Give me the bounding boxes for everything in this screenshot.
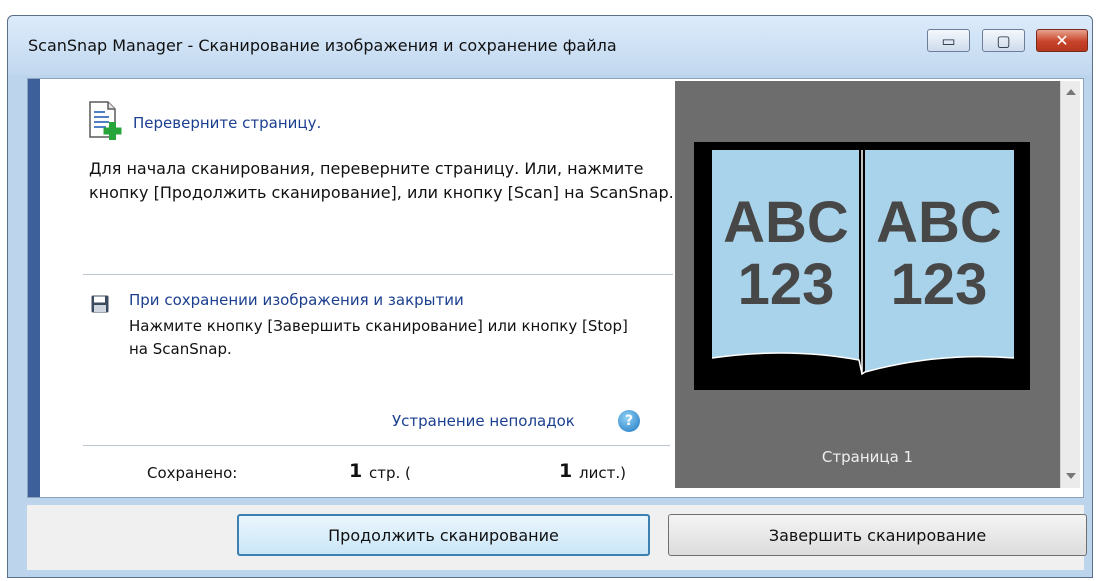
close-icon: ✕ [1055,31,1069,50]
header-title: Переверните страницу. [133,114,322,132]
minimize-button[interactable]: ▭ [927,29,970,52]
scroll-up-icon[interactable] [1066,89,1076,95]
separator [83,445,670,446]
preview-left-line2: 123 [738,252,835,317]
save-section-text: Нажмите кнопку [Завершить сканирование] … [129,317,628,358]
saved-sheets-count: 1 [559,460,573,482]
preview-pane[interactable]: ABC 123 ABC 123 Страница 1 [675,81,1060,488]
content-panel: Переверните страницу. Для начала сканиро… [27,78,1084,498]
scroll-down-icon[interactable] [1066,473,1076,479]
preview-right-line1: ABC [876,190,1002,255]
help-icon[interactable]: ? [618,410,640,432]
maximize-icon: ▢ [996,31,1011,50]
maximize-button[interactable]: ▢ [982,29,1025,52]
save-section-title: При сохранении изображения и закрытии [129,291,464,309]
finish-scan-button[interactable]: Завершить сканирование [668,514,1087,556]
instructions-panel: Переверните страницу. Для начала сканиро… [40,79,674,497]
continue-scan-button[interactable]: Продолжить сканирование [237,514,650,556]
floppy-disk-icon [91,295,109,313]
minimize-icon: ▭ [941,31,956,50]
button-bar: Продолжить сканирование Завершить сканир… [27,505,1087,570]
accent-bar [28,79,40,497]
troubleshoot-link[interactable]: Устранение неполадок [392,412,575,430]
scan-preview-image: ABC 123 ABC 123 [694,142,1030,390]
saved-pages-count: 1 [349,460,363,482]
preview-left-line1: ABC [723,190,849,255]
window-title: ScanSnap Manager - Сканирование изображе… [28,36,617,55]
title-bar[interactable]: ScanSnap Manager - Сканирование изображе… [8,16,1092,75]
page-label: Страница 1 [821,448,914,466]
preview-scrollbar[interactable] [1060,81,1080,488]
page-add-icon [89,101,122,140]
saved-pages-unit: стр. ( [369,464,411,482]
scansnap-window: ScanSnap Manager - Сканирование изображе… [7,15,1093,578]
separator [83,274,673,275]
saved-sheets-unit: лист.) [579,464,626,482]
saved-label: Сохранено: [147,464,238,482]
header-text: Для начала сканирования, переверните стр… [89,159,674,202]
preview-right-line2: 123 [891,252,988,317]
close-button[interactable]: ✕ [1036,29,1088,52]
